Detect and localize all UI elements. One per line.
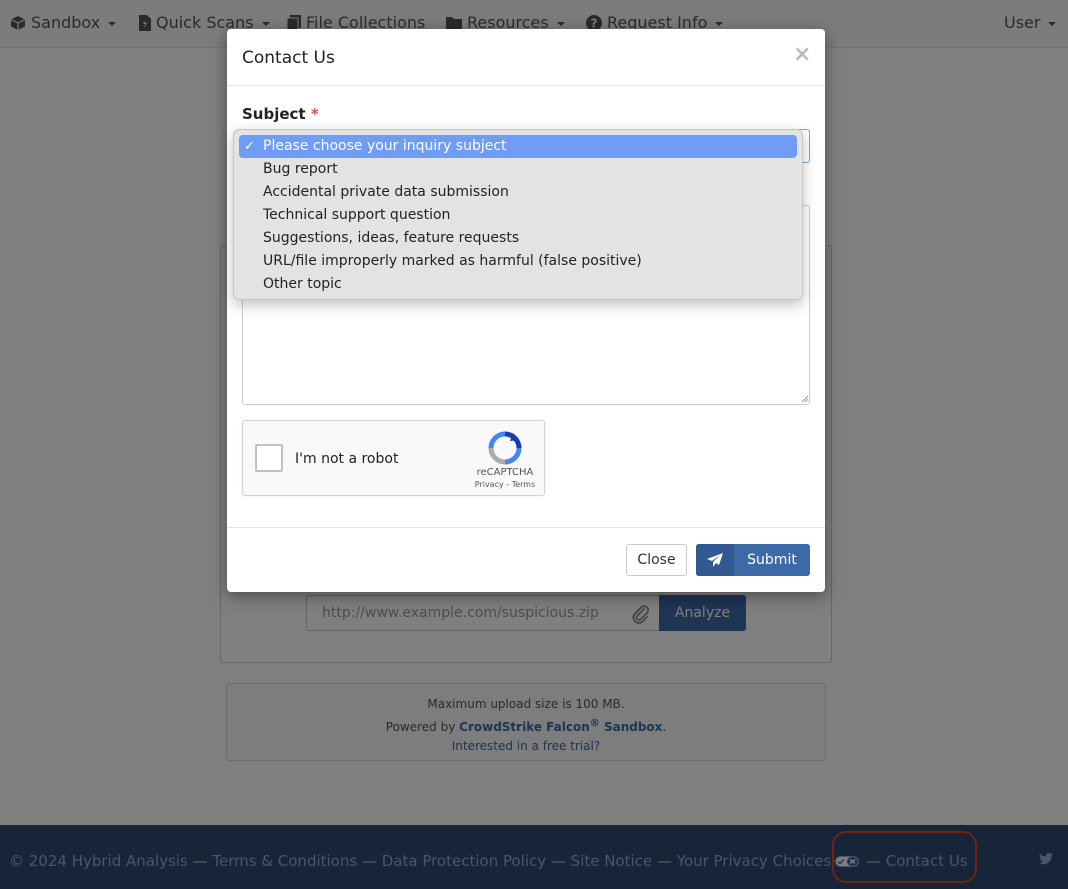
paper-plane-icon (696, 544, 734, 576)
modal-header: Contact Us × (227, 29, 825, 86)
checkmark-icon: ✓ (244, 139, 255, 154)
subject-option-0[interactable]: ✓ Please choose your inquiry subject (239, 135, 797, 158)
submit-label: Submit (747, 552, 797, 568)
subject-option-2[interactable]: Accidental private data submission (239, 181, 797, 204)
submit-button[interactable]: Submit (696, 544, 810, 576)
modal-title: Contact Us (242, 48, 335, 68)
option-label: Other topic (263, 276, 342, 292)
subject-label-text: Subject (242, 105, 306, 123)
option-label: Technical support question (263, 207, 451, 223)
subject-option-3[interactable]: Technical support question (239, 204, 797, 227)
modal-footer: Close Submit (227, 527, 825, 592)
recaptcha-logo-icon (488, 431, 522, 465)
subject-option-6[interactable]: Other topic (239, 273, 797, 296)
option-label: Suggestions, ideas, feature requests (263, 230, 520, 246)
subject-option-4[interactable]: Suggestions, ideas, feature requests (239, 227, 797, 250)
recaptcha-privacy-terms[interactable]: Privacy - Terms (463, 480, 547, 489)
option-label: URL/file improperly marked as harmful (f… (263, 253, 642, 269)
subject-dropdown-list: ✓ Please choose your inquiry subject Bug … (233, 129, 803, 300)
recaptcha-brand: reCAPTCHA (476, 467, 534, 478)
recaptcha-checkbox[interactable] (255, 444, 283, 472)
close-button[interactable]: Close (626, 544, 687, 576)
contact-us-modal: Contact Us × Subject * I'm not a robot r… (227, 29, 825, 592)
subject-label: Subject * (242, 105, 319, 123)
required-mark: * (310, 105, 319, 123)
close-icon[interactable]: × (793, 42, 811, 67)
recaptcha-widget: I'm not a robot reCAPTCHA Privacy - Term… (242, 420, 545, 496)
option-label: Please choose your inquiry subject (263, 138, 507, 154)
option-label: Bug report (263, 161, 338, 177)
resize-grip-icon[interactable] (801, 395, 809, 403)
recaptcha-label: I'm not a robot (295, 451, 399, 467)
subject-option-5[interactable]: URL/file improperly marked as harmful (f… (239, 250, 797, 273)
subject-option-1[interactable]: Bug report (239, 158, 797, 181)
option-label: Accidental private data submission (263, 184, 509, 200)
